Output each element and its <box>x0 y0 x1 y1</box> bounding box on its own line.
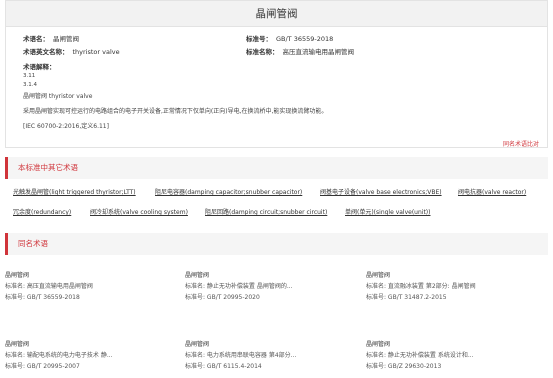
other-term-link[interactable]: 阻尼回路(damping circuit;snubber circuit) <box>205 207 327 216</box>
same-terms-header: 同名术语 <box>5 233 548 255</box>
same-term-title: 晶闸管阀 <box>366 341 391 348</box>
explain-label: 术语解释： <box>23 63 56 71</box>
same-term-title: 晶闸管阀 <box>185 341 210 348</box>
other-term-link[interactable]: 阀基电子设备(valve base electronics;VBE) <box>320 187 442 196</box>
compare-same-terms-link[interactable]: 同名术语比对 <box>503 139 539 148</box>
same-term-card[interactable]: 晶闸管阀 标准名: 电力系统用串联电容器 第4部分... 标准号: GB/T 6… <box>185 339 335 372</box>
same-terms-heading: 同名术语 <box>18 239 48 248</box>
term-en-value: thyristor valve <box>72 48 120 56</box>
term-en-label: 术语英文名称： <box>23 48 69 56</box>
other-terms-heading: 本标准中其它术语 <box>18 163 78 172</box>
other-term-link[interactable]: 单阀(单元)(single valve(unit)) <box>345 207 430 216</box>
same-term-card[interactable]: 晶闸管阀 标准名: 输配电系统的电力电子技术 静... 标准号: GB/T 20… <box>5 339 155 372</box>
same-term-std-no: 标准号: GB/Z 29630-2013 <box>366 363 442 370</box>
other-term-link[interactable]: 光触发晶闸管(light triggered thyristor;LTT) <box>13 187 136 196</box>
same-term-std-no: 标准号: GB/T 31487.2-2015 <box>366 294 447 301</box>
std-name-label: 标准名称： <box>246 48 279 56</box>
same-term-title: 晶闸管阀 <box>5 272 30 279</box>
same-term-std-no: 标准号: GB/T 6115.4-2014 <box>185 363 262 370</box>
same-term-card[interactable]: 晶闸管阀 标准名: 高压直流输电用晶闸管阀 标准号: GB/T 36559-20… <box>5 270 155 303</box>
same-term-std-name: 标准名: 静止无功补偿装置 晶闸管阀的... <box>185 283 293 290</box>
same-term-title: 晶闸管阀 <box>185 272 210 279</box>
same-term-std-no: 标准号: GB/T 20995-2020 <box>185 294 260 301</box>
term-title: 晶闸管阀 <box>6 1 547 27</box>
same-term-std-name: 标准名: 高压直流输电用晶闸管阀 <box>5 283 93 290</box>
std-name-value: 高压直流输电用晶闸管阀 <box>282 48 355 56</box>
same-term-card[interactable]: 晶闸管阀 标准名: 静止无功补偿装置 系统设计和... 标准号: GB/Z 29… <box>366 339 516 372</box>
term-en-field: 术语英文名称： thyristor valve <box>23 48 120 57</box>
same-term-std-name: 标准名: 输配电系统的电力电子技术 静... <box>5 352 113 359</box>
std-no-field: 标准号： GB/T 36559-2018 <box>246 35 333 44</box>
other-term-link[interactable]: 冗余度(redundancy) <box>13 207 71 216</box>
std-name-field: 标准名称： 高压直流输电用晶闸管阀 <box>246 48 354 57</box>
same-term-std-no: 标准号: GB/T 36559-2018 <box>5 294 80 301</box>
explain-text: 采用晶闸管实现可控运行的电路组合的电子开关设备,正常情况下仅单向(正向)导电,在… <box>23 108 328 115</box>
same-term-std-no: 标准号: GB/T 20995-2007 <box>5 363 80 370</box>
std-no-value: GB/T 36559-2018 <box>276 35 334 43</box>
term-cn-field: 术语名： 晶闸管阀 <box>23 35 79 44</box>
same-term-card[interactable]: 晶闸管阀 标准名: 直流融冰装置 第2部分: 晶闸管阀 标准号: GB/T 31… <box>366 270 516 303</box>
clause-number-1: 3.11 <box>23 73 36 79</box>
other-term-link[interactable]: 阻尼电容器(damping capacitor;snubber capacito… <box>155 187 302 196</box>
same-term-std-name: 标准名: 直流融冰装置 第2部分: 晶闸管阀 <box>366 283 476 290</box>
same-term-card[interactable]: 晶闸管阀 标准名: 静止无功补偿装置 晶闸管阀的... 标准号: GB/T 20… <box>185 270 335 303</box>
other-term-link[interactable]: 阀冷却系统(valve cooling system) <box>90 207 188 216</box>
other-terms-header: 本标准中其它术语 <box>5 157 548 179</box>
std-no-label: 标准号： <box>246 35 272 43</box>
term-cn-label: 术语名： <box>23 35 49 43</box>
other-term-link[interactable]: 阀电抗器(valve reactor) <box>458 187 526 196</box>
clause-number-2: 3.1.4 <box>23 82 37 88</box>
same-term-std-name: 标准名: 静止无功补偿装置 系统设计和... <box>366 352 474 359</box>
same-term-title: 晶闸管阀 <box>5 341 30 348</box>
same-term-title: 晶闸管阀 <box>366 272 391 279</box>
explain-source: [IEC 60700-2:2016,定义6.11] <box>23 123 109 130</box>
term-cn-value: 晶闸管阀 <box>53 35 79 43</box>
term-detail-card: 晶闸管阀 术语名： 晶闸管阀 标准号： GB/T 36559-2018 术语英文名称… <box>5 0 548 148</box>
explain-term: 晶闸管阀 thyristor valve <box>23 93 93 100</box>
same-term-std-name: 标准名: 电力系统用串联电容器 第4部分... <box>185 352 297 359</box>
